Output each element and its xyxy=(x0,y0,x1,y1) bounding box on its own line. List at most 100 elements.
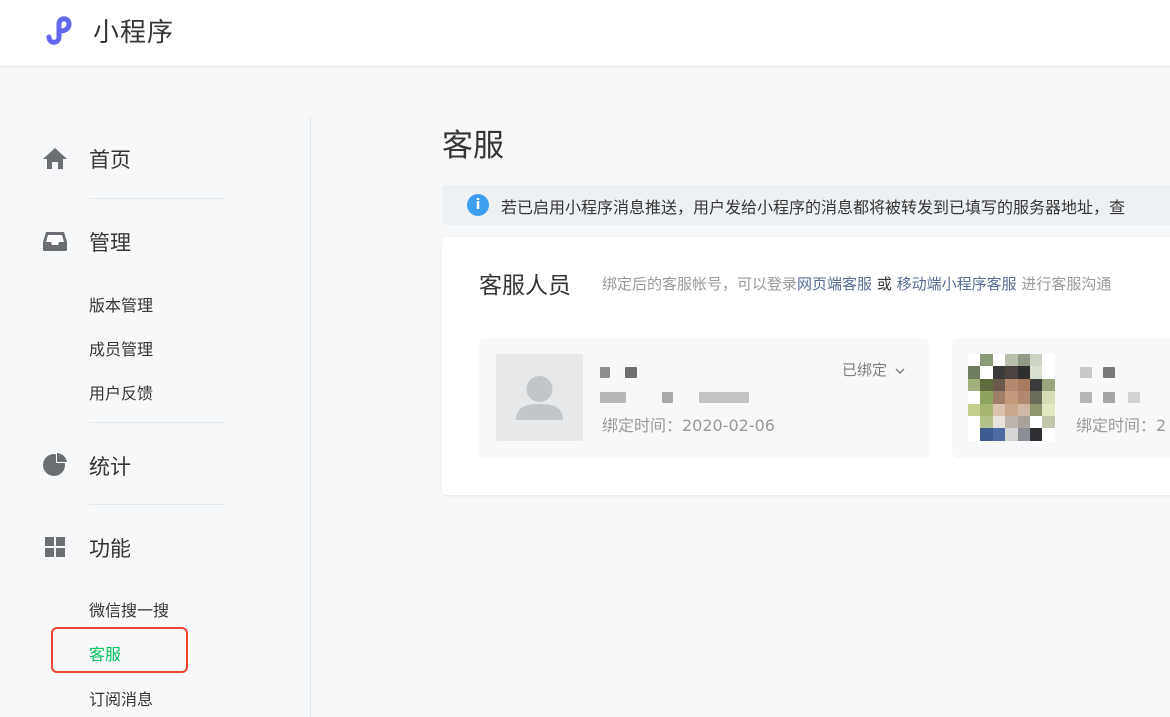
avatar-mosaic-cell xyxy=(980,366,993,379)
agent-card: 绑定时间：2 xyxy=(952,338,1170,458)
avatar-mosaic-cell xyxy=(1005,428,1018,441)
sidebar-item-label: 管理 xyxy=(89,231,131,255)
avatar-mosaic-cell xyxy=(1017,378,1030,392)
avatar xyxy=(496,354,583,441)
avatar-mosaic-cell xyxy=(1017,403,1030,416)
avatar-mosaic-cell xyxy=(1017,416,1030,429)
avatar-mosaic-cell xyxy=(968,378,981,392)
panel-title: 客服人员 xyxy=(479,273,571,299)
sidebar-item-home[interactable]: 首页 xyxy=(0,138,260,178)
page-title: 客服 xyxy=(442,128,504,164)
blurred-name xyxy=(1103,367,1115,378)
desc-prefix: 绑定后的客服帐号，可以登录 xyxy=(602,275,798,293)
avatar-mosaic-cell xyxy=(1042,416,1055,429)
agent-card: 绑定时间：2020-02-06 已绑定 xyxy=(479,338,929,458)
avatar-mosaic-cell xyxy=(968,366,981,379)
sidebar-item-subscription-messages[interactable]: 订阅消息 xyxy=(89,686,153,710)
avatar-mosaic-cell xyxy=(1017,366,1030,379)
inbox-icon xyxy=(43,232,67,251)
avatar-mosaic-cell xyxy=(1042,428,1055,441)
panel-description: 绑定后的客服帐号，可以登录网页端客服 或 移动端小程序客服 进行客服沟通 xyxy=(602,273,1111,294)
app-name: 小程序 xyxy=(93,18,175,48)
blurred-account xyxy=(662,392,673,403)
avatar-mosaic-cell xyxy=(968,354,981,367)
avatar-mosaic-cell xyxy=(992,416,1006,429)
sidebar-separator xyxy=(89,504,224,505)
avatar-mosaic-cell xyxy=(1042,403,1055,416)
blurred-account xyxy=(1128,392,1140,403)
avatar-mosaic-cell xyxy=(1005,354,1018,367)
avatar-mosaic-cell xyxy=(1030,366,1043,379)
customer-service-panel: 客服人员 绑定后的客服帐号，可以登录网页端客服 或 移动端小程序客服 进行客服沟… xyxy=(442,237,1170,495)
avatar-mosaic-cell xyxy=(1005,366,1018,379)
bound-status-label: 已绑定 xyxy=(842,361,888,379)
grid-icon xyxy=(45,537,65,557)
sidebar-separator xyxy=(89,422,224,423)
avatar-mosaic-cell xyxy=(1030,428,1043,441)
sidebar-item-manage[interactable]: 管理 xyxy=(0,221,260,261)
sidebar-item-features[interactable]: 功能 xyxy=(0,527,260,567)
avatar-mosaic-cell xyxy=(980,354,993,367)
blurred-account xyxy=(1080,392,1092,403)
avatar-mosaic-cell xyxy=(992,391,1006,404)
active-item-highlight xyxy=(51,627,188,673)
sidebar-item-label: 功能 xyxy=(89,537,131,561)
home-icon xyxy=(43,148,67,169)
desc-suffix: 进行客服沟通 xyxy=(1021,275,1112,293)
avatar-mosaic-cell xyxy=(1017,391,1030,404)
avatar-mosaic-cell xyxy=(980,403,993,416)
avatar-mosaic-cell xyxy=(1030,354,1043,367)
avatar-mosaic-cell xyxy=(1030,403,1043,416)
avatar-mosaic-cell xyxy=(1017,428,1030,441)
blurred-name xyxy=(625,367,637,378)
avatar xyxy=(968,354,1055,441)
avatar-mosaic-cell xyxy=(980,416,993,429)
info-icon: i xyxy=(467,194,489,216)
sidebar-divider xyxy=(310,116,311,717)
avatar-mosaic-cell xyxy=(980,378,993,392)
sidebar-item-label: 首页 xyxy=(89,148,131,172)
blurred-account xyxy=(699,392,749,403)
avatar-mosaic-cell xyxy=(1005,403,1018,416)
avatar-mosaic-cell xyxy=(1042,366,1055,379)
blurred-name xyxy=(1080,367,1092,378)
web-customer-service-link[interactable]: 网页端客服 xyxy=(797,275,872,293)
sidebar-item-wechat-search[interactable]: 微信搜一搜 xyxy=(89,597,169,621)
bind-time: 绑定时间：2020-02-06 xyxy=(602,416,775,435)
avatar-mosaic-cell xyxy=(1005,378,1018,392)
avatar-mosaic-cell xyxy=(968,428,981,441)
sidebar-separator xyxy=(89,198,224,199)
notice-text: 若已启用小程序消息推送，用户发给小程序的消息都将被转发到已填写的服务器地址，查 xyxy=(501,198,1126,217)
mobile-customer-service-link[interactable]: 移动端小程序客服 xyxy=(897,275,1017,293)
avatar-mosaic-cell xyxy=(1042,378,1055,392)
avatar-mosaic-cell xyxy=(1030,391,1043,404)
pie-chart-icon xyxy=(43,453,67,476)
avatar-mosaic-cell xyxy=(1005,391,1018,404)
avatar-mosaic-cell xyxy=(968,391,981,404)
avatar-mosaic-cell xyxy=(980,428,993,441)
sidebar-item-user-feedback[interactable]: 用户反馈 xyxy=(89,380,153,404)
sidebar-item-member-management[interactable]: 成员管理 xyxy=(89,336,153,360)
avatar-mosaic-cell xyxy=(1005,416,1018,429)
avatar-mosaic-cell xyxy=(1030,378,1043,392)
avatar-mosaic-cell xyxy=(968,416,981,429)
bound-status-dropdown[interactable]: 已绑定 xyxy=(842,359,906,380)
chevron-down-icon xyxy=(895,367,905,374)
avatar-mosaic-cell xyxy=(1042,354,1055,367)
avatar-mosaic-cell xyxy=(980,391,993,404)
sidebar-item-label: 统计 xyxy=(89,455,131,479)
default-user-icon xyxy=(516,376,563,420)
avatar-mosaic-cell xyxy=(968,403,981,416)
info-notice: i 若已启用小程序消息推送，用户发给小程序的消息都将被转发到已填写的服务器地址，… xyxy=(442,185,1170,225)
top-bar: 小程序 xyxy=(0,0,1170,67)
bind-time: 绑定时间：2 xyxy=(1076,416,1167,435)
sidebar-item-version-management[interactable]: 版本管理 xyxy=(89,292,153,316)
desc-or: 或 xyxy=(876,275,892,293)
avatar-mosaic-cell xyxy=(1017,354,1030,367)
blurred-account xyxy=(1103,392,1115,403)
mini-program-logo-icon[interactable] xyxy=(43,13,81,47)
avatar-mosaic-cell xyxy=(1030,416,1043,429)
sidebar-item-statistics[interactable]: 统计 xyxy=(0,445,260,485)
blurred-name xyxy=(600,367,610,378)
avatar-mosaic-cell xyxy=(992,378,1006,392)
